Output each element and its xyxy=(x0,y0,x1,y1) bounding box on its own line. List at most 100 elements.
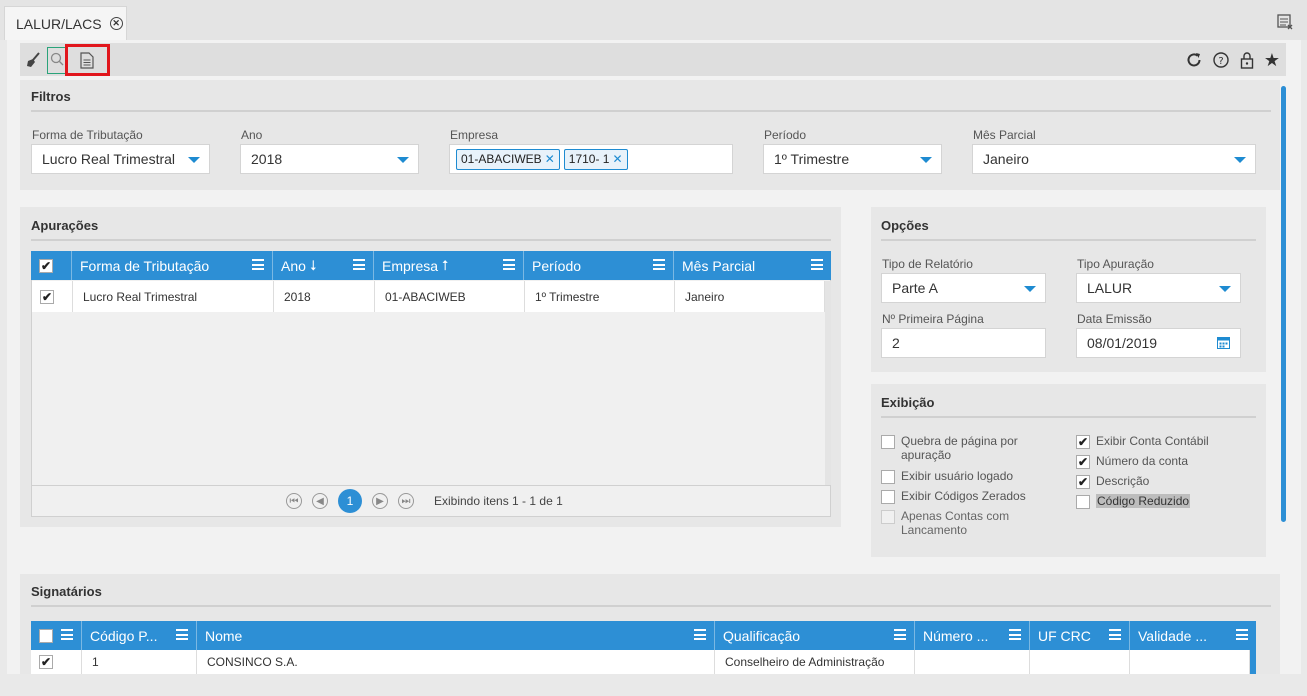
tipo-apuracao-select[interactable]: LALUR xyxy=(1076,273,1241,303)
help-icon[interactable]: ? xyxy=(1211,50,1231,70)
chip-label: 01-ABACIWEB xyxy=(461,152,542,166)
column-header[interactable]: UF CRC xyxy=(1030,621,1130,650)
grid-scrollbar[interactable] xyxy=(825,281,831,485)
refresh-icon[interactable] xyxy=(1184,50,1204,70)
menu-icon[interactable] xyxy=(811,259,823,270)
last-page-icon[interactable]: ⏭ xyxy=(398,493,414,509)
checkbox[interactable]: ✔ xyxy=(1076,475,1090,489)
checkbox[interactable] xyxy=(881,490,895,504)
option-numero-conta[interactable]: ✔ Número da conta xyxy=(1076,454,1256,469)
tipo-apuracao-value: LALUR xyxy=(1087,280,1133,296)
current-page[interactable]: 1 xyxy=(338,489,362,513)
option-usuario-logado[interactable]: Exibir usuário logado xyxy=(881,469,1061,484)
first-page-icon[interactable]: ⏮ xyxy=(286,493,302,509)
tipo-relatorio-select[interactable]: Parte A xyxy=(881,273,1046,303)
periodo-select[interactable]: 1º Trimestre xyxy=(763,144,942,174)
exibicao-title: Exibição xyxy=(881,395,935,410)
mes-select[interactable]: Janeiro xyxy=(972,144,1256,174)
option-label: Quebra de página por apuração xyxy=(901,434,1018,462)
select-all-cell: ✔ xyxy=(31,251,72,280)
signatarios-grid-header: Código P... Nome Qualificação Número ...… xyxy=(31,621,1256,650)
empresa-chip[interactable]: 01-ABACIWEB ✕ xyxy=(456,148,560,170)
menu-icon[interactable] xyxy=(176,629,188,640)
primeira-pagina-input[interactable]: 2 xyxy=(881,328,1046,358)
row-checkbox[interactable]: ✔ xyxy=(39,655,53,669)
close-icon[interactable]: ✕ xyxy=(545,152,555,166)
close-icon[interactable]: ✕ xyxy=(612,152,622,166)
select-all-checkbox[interactable]: ✔ xyxy=(39,258,53,273)
menu-icon[interactable] xyxy=(1009,629,1021,640)
select-all-checkbox[interactable] xyxy=(39,628,53,643)
checkbox[interactable] xyxy=(881,470,895,484)
checkbox[interactable] xyxy=(1076,495,1090,509)
checkbox[interactable] xyxy=(881,435,895,449)
ano-select[interactable]: 2018 xyxy=(240,144,419,174)
close-circle-icon[interactable]: ✕ xyxy=(109,17,123,30)
empresa-chip[interactable]: 1710- 1 ✕ xyxy=(563,148,628,170)
calendar-icon[interactable] xyxy=(1217,336,1230,352)
menu-icon[interactable] xyxy=(653,259,665,270)
next-page-icon[interactable]: ▶ xyxy=(372,493,388,509)
data-emissao-input[interactable]: 08/01/2019 xyxy=(1076,328,1241,358)
column-label: Mês Parcial xyxy=(682,257,756,274)
menu-icon[interactable] xyxy=(252,259,264,270)
cell: Janeiro xyxy=(675,281,825,312)
column-header[interactable]: Ano ⭣ xyxy=(273,251,374,280)
divider xyxy=(881,416,1256,418)
opcoes-title: Opções xyxy=(881,218,929,233)
tipo-apuracao-label: Tipo Apuração xyxy=(1077,257,1154,271)
checkbox[interactable]: ✔ xyxy=(1076,435,1090,449)
option-quebra-pagina[interactable]: Quebra de página por apuração xyxy=(881,434,1061,462)
table-row[interactable]: ✔ 1 CONSINCO S.A. Conselheiro de Adminis… xyxy=(31,650,1250,674)
page-scrollbar[interactable] xyxy=(1281,86,1286,522)
empresa-multiselect[interactable]: 01-ABACIWEB ✕ 1710- 1 ✕ xyxy=(449,144,733,174)
star-icon[interactable]: ★ xyxy=(1262,50,1282,70)
grid-scrollbar[interactable] xyxy=(1250,650,1256,674)
row-checkbox[interactable]: ✔ xyxy=(40,289,54,304)
column-header[interactable]: Código P... xyxy=(82,621,197,650)
column-header[interactable]: Validade ... xyxy=(1130,621,1256,650)
cell: 2018 xyxy=(274,281,375,312)
divider xyxy=(31,605,1271,607)
column-header[interactable]: Período xyxy=(524,251,674,280)
column-header[interactable]: Número ... xyxy=(915,621,1030,650)
chevron-down-icon xyxy=(1024,286,1036,292)
column-header[interactable]: Empresa ⭡ xyxy=(374,251,524,280)
broom-icon[interactable] xyxy=(24,49,44,71)
menu-icon[interactable] xyxy=(1109,629,1121,640)
option-codigo-reduzido[interactable]: Código Reduzido xyxy=(1076,494,1256,509)
column-label: Qualificação xyxy=(723,627,801,644)
forma-value: Lucro Real Trimestral xyxy=(42,151,176,167)
forma-select[interactable]: Lucro Real Trimestral xyxy=(31,144,210,174)
search-button[interactable] xyxy=(47,47,67,74)
checkbox[interactable]: ✔ xyxy=(1076,455,1090,469)
lock-icon[interactable] xyxy=(1237,50,1257,70)
table-row[interactable]: ✔ Lucro Real Trimestral 2018 01-ABACIWEB… xyxy=(32,281,825,312)
column-header[interactable]: Qualificação xyxy=(715,621,915,650)
search-icon xyxy=(50,52,64,69)
column-label: Ano xyxy=(281,257,306,274)
option-descricao[interactable]: ✔ Descrição xyxy=(1076,474,1256,489)
prev-page-icon[interactable]: ◀ xyxy=(312,493,328,509)
menu-icon[interactable] xyxy=(353,259,365,270)
window-list-icon[interactable] xyxy=(1276,13,1296,33)
highlight-box xyxy=(65,44,110,76)
menu-icon[interactable] xyxy=(694,629,706,640)
option-label: Número da conta xyxy=(1096,454,1189,468)
column-header[interactable]: Forma de Tributação xyxy=(72,251,273,280)
option-label: Exibir Conta Contábil xyxy=(1096,434,1209,448)
menu-icon[interactable] xyxy=(503,259,515,270)
row-select-cell: ✔ xyxy=(32,281,73,312)
menu-icon[interactable] xyxy=(1236,629,1248,640)
column-header[interactable]: Nome xyxy=(197,621,715,650)
option-exibir-conta[interactable]: ✔ Exibir Conta Contábil xyxy=(1076,434,1256,449)
option-label: Descrição xyxy=(1096,474,1150,488)
column-label: Forma de Tributação xyxy=(80,257,210,274)
menu-icon[interactable] xyxy=(61,629,73,640)
divider xyxy=(31,110,1271,112)
option-codigos-zerados[interactable]: Exibir Códigos Zerados xyxy=(881,489,1061,504)
menu-icon[interactable] xyxy=(894,629,906,640)
tab-lalur-lacs[interactable]: LALUR/LACS ✕ xyxy=(4,6,127,40)
column-header[interactable]: Mês Parcial xyxy=(674,251,831,280)
sort-up-icon: ⭡ xyxy=(442,257,449,273)
